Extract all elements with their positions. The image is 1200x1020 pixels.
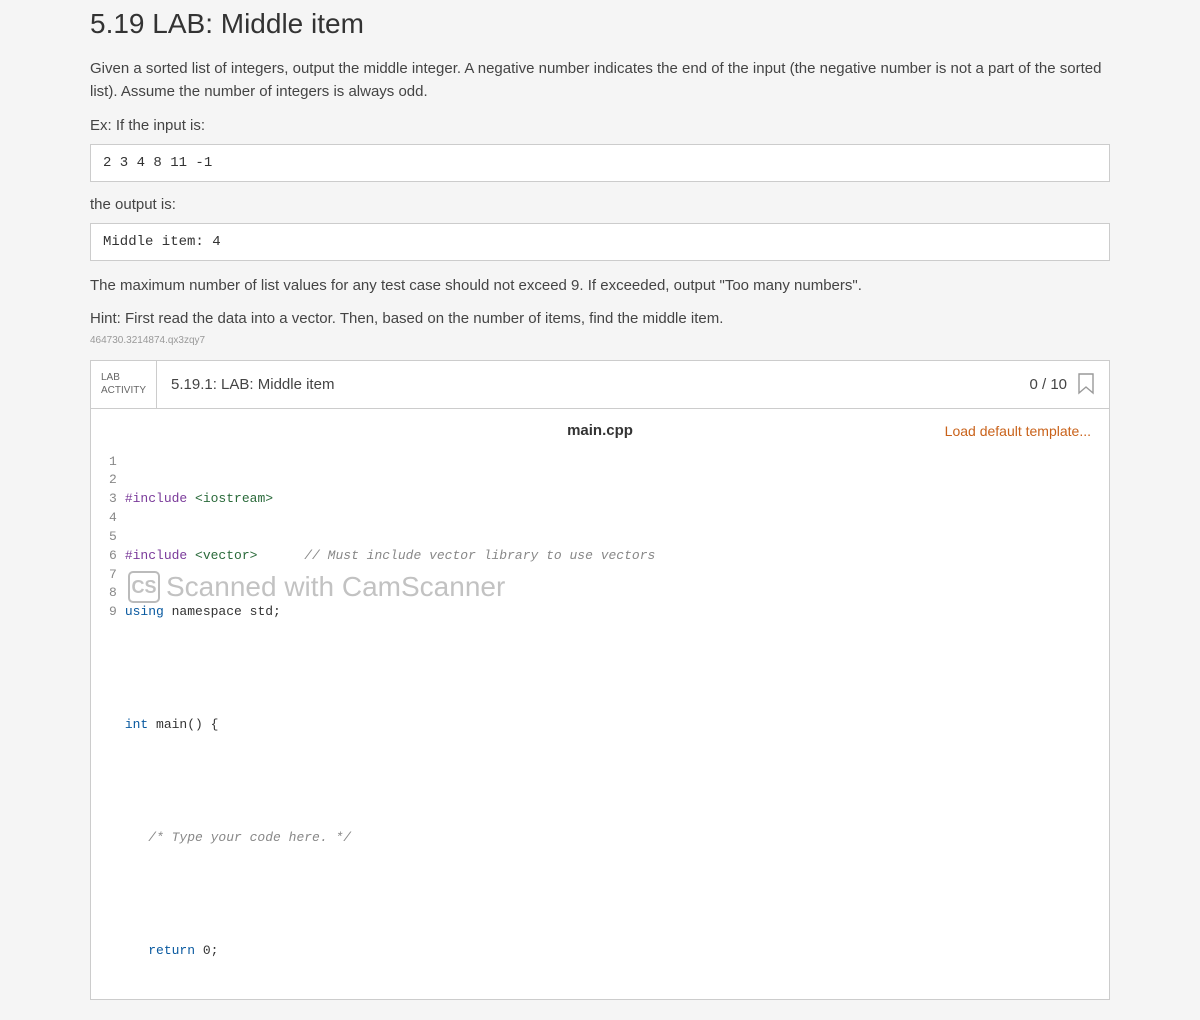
code-content[interactable]: #include <iostream> #include <vector> //… — [125, 453, 656, 999]
load-template-link[interactable]: Load default template... — [945, 423, 1091, 439]
exercise-id: 464730.3214874.qx3zqy7 — [90, 335, 1110, 346]
hint-text: Hint: First read the data into a vector.… — [90, 310, 1110, 327]
page-title: 5.19 LAB: Middle item — [90, 0, 1110, 58]
score-text: 0 / 10 — [1029, 376, 1067, 393]
code-editor[interactable]: 123456789 #include <iostream> #include <… — [91, 453, 1109, 999]
example-input-block: 2 3 4 8 11 -1 — [90, 144, 1110, 182]
activity-header: LAB ACTIVITY 5.19.1: LAB: Middle item 0 … — [91, 361, 1109, 409]
line-gutter: 123456789 — [109, 453, 125, 999]
activity-tag: LAB ACTIVITY — [91, 361, 157, 408]
example-output-label: the output is: — [90, 196, 1110, 213]
problem-description: Given a sorted list of integers, output … — [90, 58, 1110, 103]
activity-tag-line2: ACTIVITY — [101, 384, 146, 397]
activity-title: 5.19.1: LAB: Middle item — [157, 376, 334, 393]
lab-activity-box: LAB ACTIVITY 5.19.1: LAB: Middle item 0 … — [90, 360, 1110, 1000]
activity-tag-line1: LAB — [101, 371, 146, 384]
example-input-label: Ex: If the input is: — [90, 117, 1110, 134]
bookmark-icon — [1077, 373, 1095, 395]
filename-label: main.cpp — [567, 422, 633, 439]
editor-header: main.cpp Load default template... — [91, 409, 1109, 453]
constraint-note: The maximum number of list values for an… — [90, 275, 1110, 298]
example-output-block: Middle item: 4 — [90, 223, 1110, 261]
